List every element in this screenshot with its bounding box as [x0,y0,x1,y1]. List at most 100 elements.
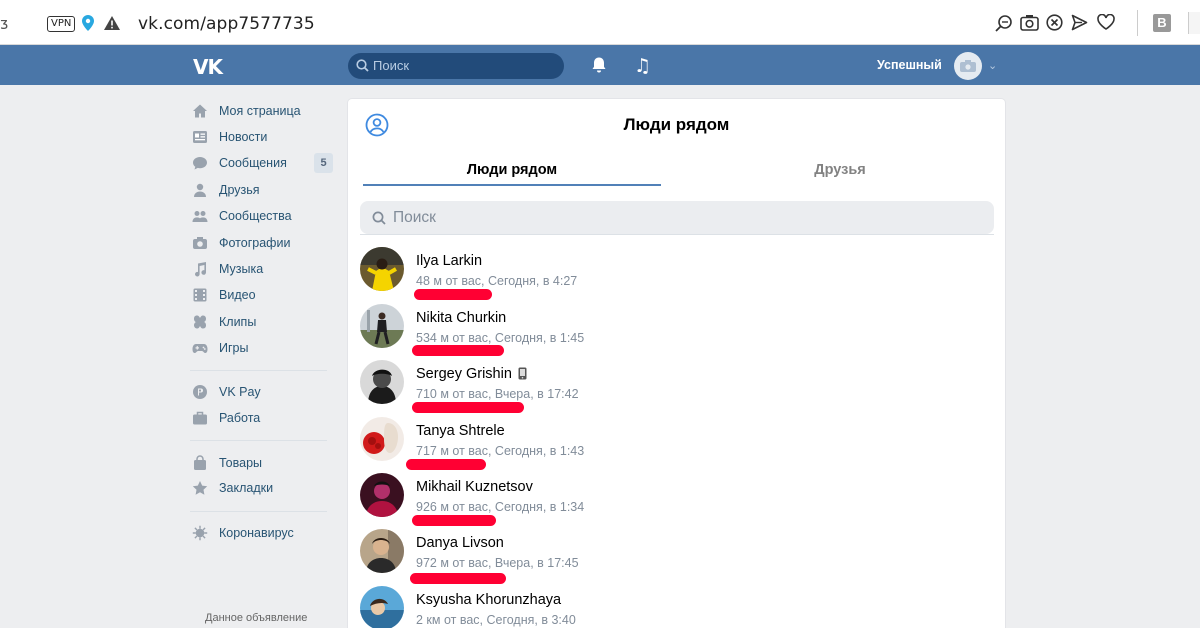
location-pin-icon[interactable] [82,15,94,31]
red-scribble-mark [412,345,504,356]
sidebar-divider [190,511,327,512]
vpn-badge[interactable]: VPN [47,16,76,32]
tab-friends[interactable]: Друзья [691,162,989,178]
sidebar-item-work[interactable]: Работа [190,407,335,429]
person-name[interactable]: Tanya Shtrele [416,423,505,439]
profile-username[interactable]: Успешный [877,58,942,72]
red-scribble-mark [410,573,506,584]
profile-avatar[interactable] [954,52,982,80]
sidebar-item-video[interactable]: Видео [190,284,335,306]
avatar[interactable] [360,247,404,291]
tab-people-nearby[interactable]: Люди рядом [363,162,661,178]
person-name-text: Sergey Grishin [416,366,512,382]
sidebar-item-games[interactable]: Игры [190,337,335,359]
people-search-placeholder: Поиск [393,209,436,226]
sidebar-item-label: Новости [219,130,268,144]
header-search-input[interactable]: Поиск [348,53,564,79]
unread-count-badge: 5 [314,153,333,173]
search-page-icon[interactable] [995,14,1013,32]
person-distance-time: 972 м от вас, Вчера, в 17:45 [416,556,579,570]
sidebar-item-goods[interactable]: Товары [190,452,335,474]
list-item[interactable]: Sergey Grishin 710 м от вас, Вчера, в 17… [360,360,990,413]
sidebar-item-label: Работа [219,411,261,425]
star-icon [192,481,208,495]
sidebar-item-news[interactable]: Новости [190,126,335,148]
shopping-bag-icon [194,455,206,470]
clips-icon [194,315,206,329]
active-tab-indicator [363,184,661,186]
home-icon [193,104,207,118]
avatar[interactable] [360,417,404,461]
search-icon [356,59,369,72]
chevron-down-icon[interactable]: ⌄ [988,59,997,72]
virus-icon [192,525,208,541]
vk-header: VK Поиск ♫ Успешный ⌄ [0,45,1200,85]
sidebar-item-label: Сообщества [219,209,292,223]
person-distance-time: 926 м от вас, Сегодня, в 1:34 [416,500,585,514]
vk-logo[interactable]: VK [193,55,223,79]
toolbar-divider [1137,10,1138,36]
red-scribble-mark [414,289,492,300]
sidebar-item-music[interactable]: Музыка [190,258,335,280]
person-distance-time: 717 м от вас, Сегодня, в 1:43 [416,444,585,458]
friends-icon [194,183,206,197]
mobile-phone-icon [518,367,527,380]
ad-label[interactable]: Данное объявление [205,612,307,624]
list-item[interactable]: Nikita Churkin 534 м от вас, Сегодня, в … [360,304,990,356]
sidebar-item-label: Музыка [219,262,264,276]
avatar[interactable] [360,473,404,517]
red-scribble-mark [412,515,496,526]
red-scribble-mark [406,459,486,470]
back-icon[interactable]: ᴣ [0,14,8,33]
avatar[interactable] [360,586,404,628]
sidebar-item-bookmarks[interactable]: Закладки [190,477,335,499]
extension-b-icon[interactable]: B [1153,14,1171,32]
sidebar-item-vk-pay[interactable]: VK Pay [190,381,335,403]
block-icon[interactable] [1046,14,1063,31]
sidebar-item-communities[interactable]: Сообщества [190,205,335,227]
sidebar-item-clips[interactable]: Клипы [190,311,335,333]
list-item[interactable]: Ilya Larkin 48 м от вас, Сегодня, в 4:27 [360,247,990,300]
send-icon[interactable] [1071,14,1088,31]
sidebar-item-messages[interactable]: Сообщения 5 [190,152,335,174]
person-name[interactable]: Sergey Grishin [416,366,527,382]
avatar[interactable] [360,304,404,348]
people-search-input[interactable]: Поиск [360,201,994,234]
briefcase-icon [193,411,207,425]
list-item[interactable]: Mikhail Kuznetsov 926 м от вас, Сегодня,… [360,473,990,526]
warning-icon[interactable] [104,16,120,30]
music-note-icon[interactable]: ♫ [634,55,651,77]
person-name[interactable]: Danya Livson [416,535,504,551]
sidebar-item-coronavirus[interactable]: Коронавирус [190,522,335,544]
avatar[interactable] [360,360,404,404]
sidebar-item-label: Коронавирус [219,526,294,540]
person-name[interactable]: Ilya Larkin [416,253,482,269]
bell-icon[interactable] [590,56,608,74]
sidebar-item-label: Закладки [219,481,274,495]
person-name[interactable]: Nikita Churkin [416,310,506,326]
messages-icon [193,157,207,170]
camera-icon[interactable] [1020,14,1039,31]
person-distance-time: 534 м от вас, Сегодня, в 1:45 [416,331,585,345]
sidebar-item-label: Товары [219,456,262,470]
music-icon [195,262,206,277]
sidebar-item-label: Клипы [219,315,257,329]
search-icon [372,211,386,225]
list-item[interactable]: Tanya Shtrele 717 м от вас, Сегодня, в 1… [360,417,990,470]
heart-icon[interactable] [1097,14,1115,30]
person-distance-time: 2 км от вас, Сегодня, в 3:40 [416,613,576,627]
person-distance-time: 48 м от вас, Сегодня, в 4:27 [416,274,578,288]
sidebar-item-photos[interactable]: Фотографии [190,232,335,254]
browser-toolbar: ᴣ VPN vk.com/app7577735 B [0,0,1200,45]
address-bar-url[interactable]: vk.com/app7577735 [138,14,315,34]
sidebar-item-label: Друзья [219,183,260,197]
person-name[interactable]: Mikhail Kuznetsov [416,479,533,495]
sidebar-item-my-page[interactable]: Моя страница [190,100,335,122]
sidebar-item-label: Игры [219,341,249,355]
sidebar-item-friends[interactable]: Друзья [190,179,335,201]
list-item[interactable]: Danya Livson 972 м от вас, Вчера, в 17:4… [360,529,990,584]
list-item[interactable]: Ksyusha Khorunzhaya 2 км от вас, Сегодня… [360,586,990,628]
avatar[interactable] [360,529,404,573]
person-name[interactable]: Ksyusha Khorunzhaya [416,592,561,608]
sidebar-item-label: VK Pay [219,385,261,399]
